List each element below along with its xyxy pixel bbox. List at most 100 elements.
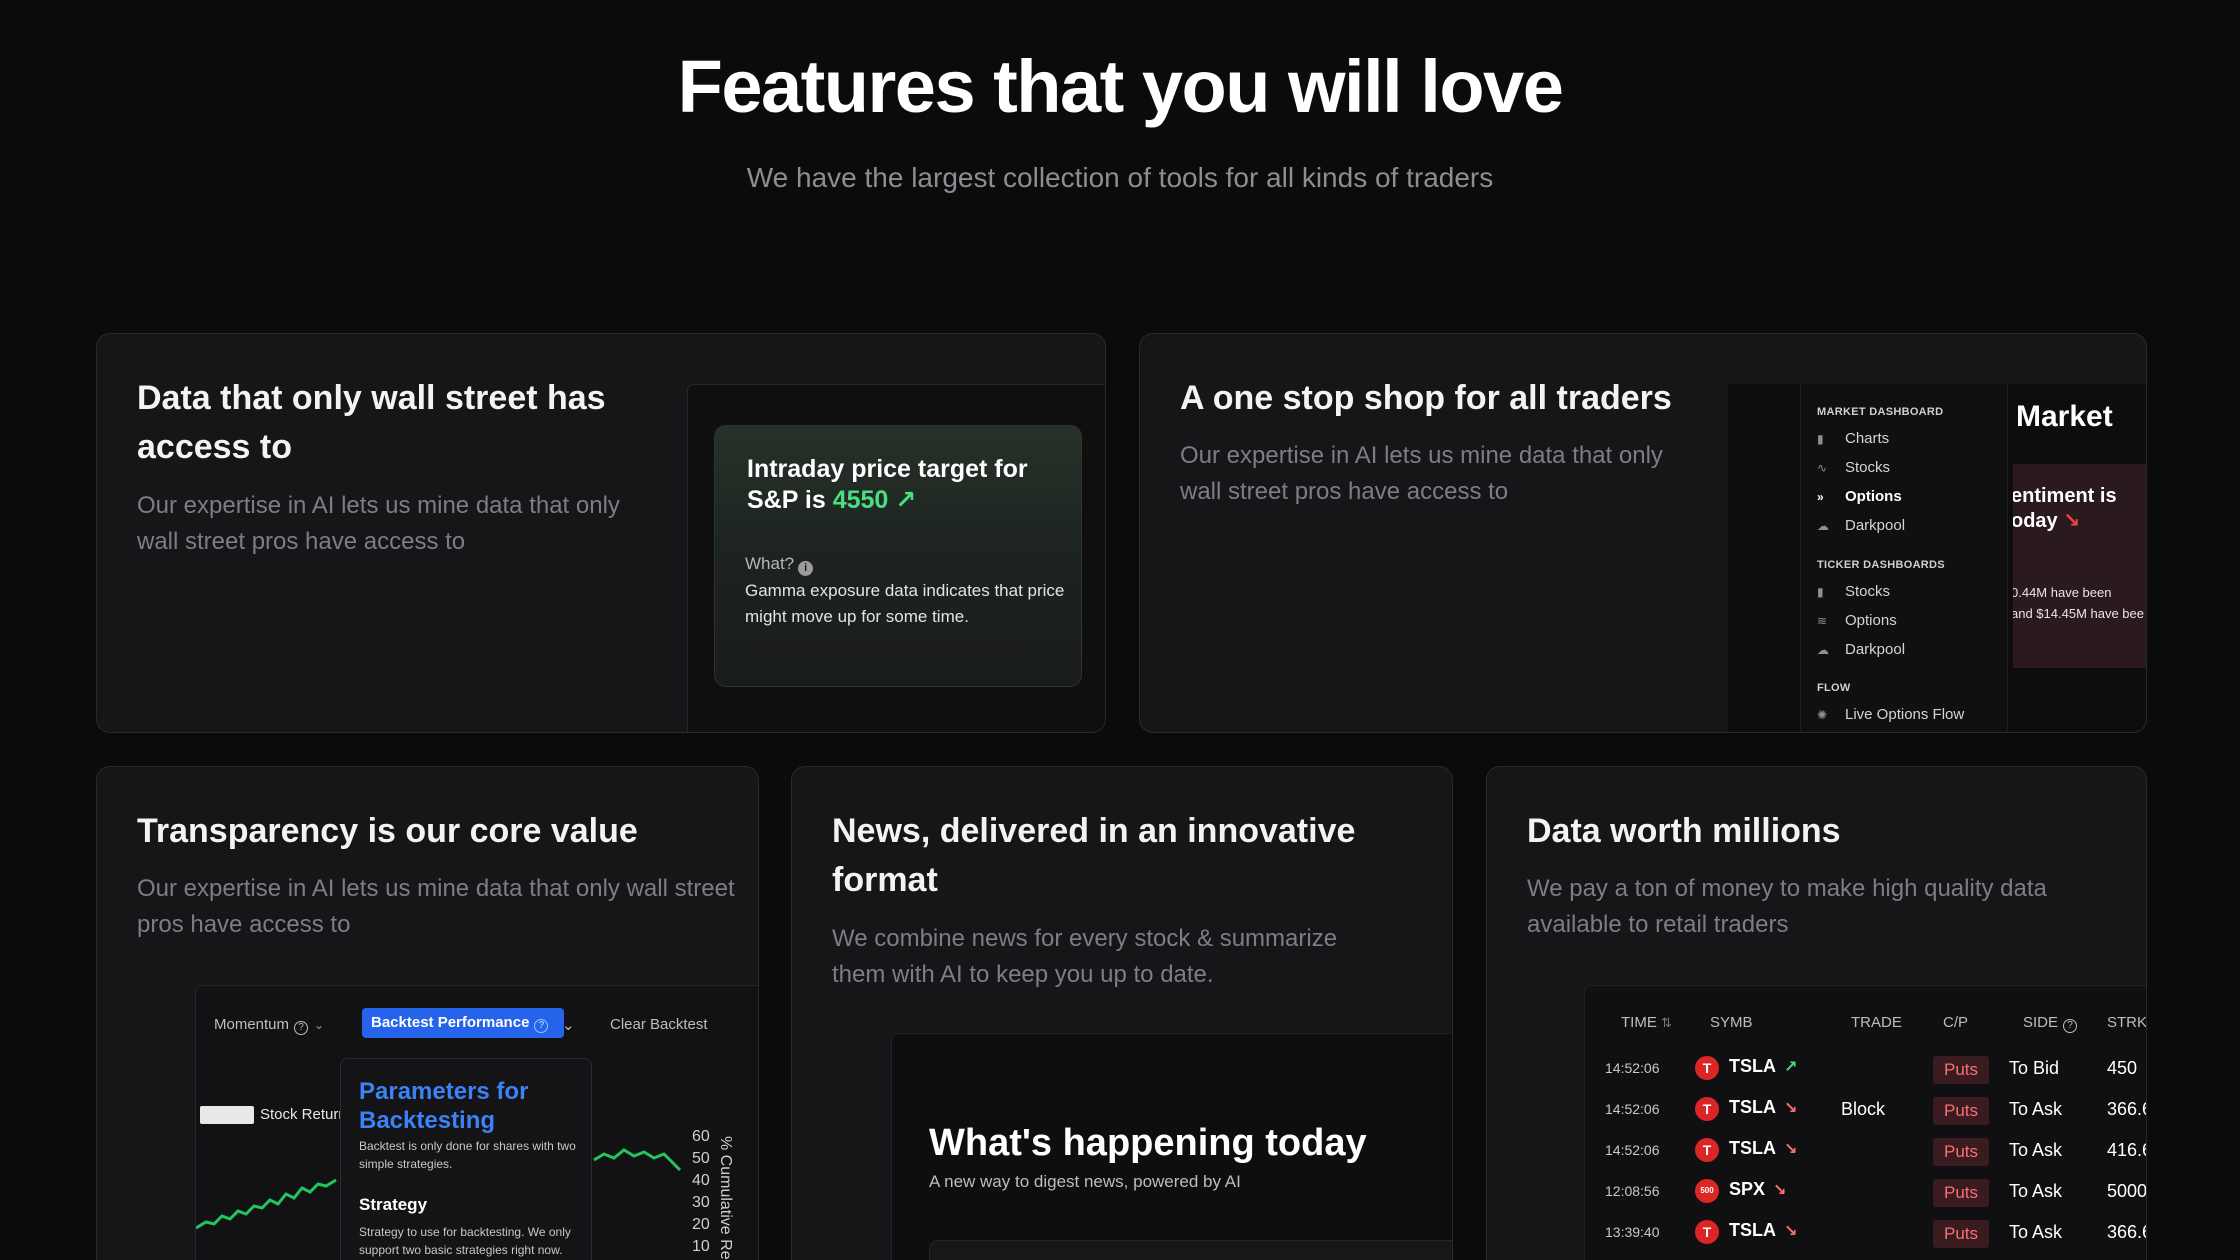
backtest-preview: Momentum? ⌄ Backtest Performance? ⌄ Clear…	[195, 985, 758, 1260]
legend-swatch	[200, 1106, 254, 1124]
y-tick: 20	[692, 1216, 710, 1233]
cell-symbol: SPX ↘	[1729, 1179, 1787, 1199]
column-header-symbol[interactable]: SYMB	[1710, 1014, 1753, 1031]
cell-symbol: TSLA ↘	[1729, 1097, 1798, 1117]
column-header-trade[interactable]: TRADE	[1851, 1014, 1902, 1031]
sidebar-item-options[interactable]: » Options	[1817, 488, 1902, 505]
momentum-tab[interactable]: Momentum? ⌄	[214, 1016, 324, 1035]
dashboard-preview: MARKET DASHBOARD ▮ Charts ∿ Stocks » Option…	[1728, 384, 2146, 732]
sparkle-icon: ✺	[1817, 708, 1828, 722]
cell-strike: 366.67	[2107, 1222, 2146, 1242]
cell-symbol: TSLA ↘	[1729, 1220, 1798, 1240]
cell-strike: 416.67	[2107, 1140, 2146, 1160]
price-target-value: 4550	[832, 486, 889, 514]
cloud-icon: ☁	[1817, 643, 1829, 657]
cloud-icon: ☁	[1817, 519, 1829, 533]
tesla-logo-icon: T	[1695, 1056, 1719, 1080]
column-header-time[interactable]: TIME ⇅	[1621, 1014, 1672, 1031]
help-icon: ?	[2063, 1019, 2078, 1033]
news-subheadline: A new way to digest news, powered by AI	[929, 1172, 1241, 1191]
strategy-label: Strategy	[359, 1195, 428, 1214]
popover-text: Backtest is only done for shares with tw…	[359, 1139, 576, 1171]
options-flow-table: TIME ⇅ SYMB TRADE C/P SIDE? STRK 14:52:0…	[1584, 985, 2147, 1260]
tesla-logo-icon: T	[1695, 1220, 1719, 1244]
bar-chart-icon: ▮	[1817, 432, 1824, 446]
card-title: Data worth millions	[1527, 812, 1841, 850]
sidebar-heading-flow: FLOW	[1817, 682, 1851, 694]
cell-cp-badge: Puts	[1933, 1138, 1989, 1166]
cell-side: To Ask	[2009, 1181, 2063, 1201]
sentiment-panel: entiment is oday ↘ 0.44M have been and $14…	[2013, 464, 2146, 668]
market-title: Market	[2016, 400, 2113, 433]
card-title: Data that only wall street has access to	[137, 379, 606, 466]
stock-return-line-left	[196, 1178, 337, 1230]
price-target-preview: Intraday price target for S&P is 4550 ↗ …	[687, 384, 1105, 732]
stock-return-line-right	[593, 1148, 682, 1172]
cell-strike: 5000	[2107, 1181, 2147, 1201]
sidebar-heading-market: MARKET DASHBOARD	[1817, 406, 1944, 418]
card-description: We combine news for every stock & summar…	[832, 925, 1338, 988]
price-target-explanation: Gamma exposure data indicates that price…	[745, 581, 1065, 626]
cell-cp-badge: Puts	[1933, 1179, 1989, 1207]
sidebar-item-ticker-options[interactable]: ≋ Options	[1817, 612, 1897, 629]
tesla-logo-icon: T	[1695, 1097, 1719, 1121]
y-axis-title: % Cumulative Re	[717, 1136, 734, 1260]
arrow-down-right-icon: ↘	[2063, 510, 2081, 532]
sidebar-item-ticker-stocks[interactable]: ▮ Stocks	[1817, 583, 1890, 600]
pulse-icon: ∿	[1817, 461, 1828, 475]
sentiment-text: 0.44M have been and $14.45M have bee	[2013, 585, 2144, 621]
cell-cp-badge: Puts	[1933, 1097, 1989, 1125]
arrow-down-right-icon: ↘	[1784, 1100, 1798, 1117]
sidebar-item-stocks[interactable]: ∿ Stocks	[1817, 459, 1890, 476]
cell-cp-badge: Puts	[1933, 1220, 1989, 1248]
y-tick: 30	[692, 1194, 710, 1211]
sidebar-item-live-options-flow[interactable]: ✺ Live Options Flow	[1817, 706, 1964, 723]
card-title: Transparency is our core value	[137, 812, 638, 850]
cell-trade: Block	[1841, 1099, 1886, 1119]
arrow-down-right-icon: ↘	[1784, 1141, 1798, 1158]
news-headline: What's happening today	[929, 1122, 1367, 1164]
sidebar-item-darkpool[interactable]: ☁ Darkpool	[1817, 517, 1905, 534]
cell-side: To Ask	[2009, 1099, 2063, 1119]
arrow-down-right-icon: ↘	[1773, 1182, 1787, 1199]
cell-time: 14:52:06	[1605, 1101, 1660, 1117]
info-icon[interactable]: i	[798, 561, 814, 576]
y-tick: 40	[692, 1172, 710, 1189]
sidebar-heading-ticker: TICKER DASHBOARDS	[1817, 559, 1945, 571]
layers-icon: ≋	[1817, 614, 1828, 628]
column-header-side[interactable]: SIDE?	[2023, 1014, 2078, 1033]
cell-time: 14:52:06	[1605, 1142, 1660, 1158]
sidebar-item-ticker-darkpool[interactable]: ☁ Darkpool	[1817, 641, 1905, 658]
feature-card-one-stop-shop: A one stop shop for all traders Our expe…	[1139, 333, 2147, 733]
feature-card-transparency: Transparency is our core value Our exper…	[96, 766, 759, 1260]
page-subtitle: We have the largest collection of tools …	[746, 162, 1494, 193]
what-label: What? i	[745, 554, 814, 576]
sort-icon[interactable]: ⇅	[1661, 1015, 1672, 1030]
backtest-parameters-popover: Parameters for Backtesting Backtest is o…	[340, 1058, 592, 1260]
bar-chart-icon: ▮	[1817, 585, 1824, 599]
news-input-box[interactable]	[929, 1240, 1452, 1260]
arrow-up-right-icon: ↗	[895, 486, 917, 514]
sentiment-heading: entiment is oday ↘	[2013, 485, 2117, 532]
card-title: A one stop shop for all traders	[1180, 379, 1672, 417]
column-header-strike[interactable]: STRK	[2107, 1014, 2146, 1031]
price-target-title: Intraday price target for S&P is 4550 ↗	[747, 455, 1028, 514]
card-description: Our expertise in AI lets us mine data th…	[137, 492, 620, 555]
sidebar-item-charts[interactable]: ▮ Charts	[1817, 430, 1889, 447]
dashboard-sidebar: MARKET DASHBOARD ▮ Charts ∿ Stocks » Option…	[1800, 384, 2008, 732]
arrow-up-right-icon: ↗	[1784, 1059, 1798, 1076]
card-description: Our expertise in AI lets us mine data th…	[137, 875, 735, 938]
feature-card-news: News, delivered in an innovative format …	[791, 766, 1453, 1260]
news-preview: What's happening today A new way to dige…	[891, 1033, 1452, 1260]
card-description: We pay a ton of money to make high quali…	[1527, 875, 2047, 938]
clear-backtest-button[interactable]: Clear Backtest	[610, 1016, 708, 1033]
cell-time: 13:39:40	[1605, 1224, 1660, 1240]
column-header-cp[interactable]: C/P	[1943, 1014, 1968, 1031]
chevron-down-icon[interactable]: ⌄	[562, 1016, 575, 1034]
card-description: Our expertise in AI lets us mine data th…	[1180, 442, 1663, 505]
backtest-performance-tab[interactable]: Backtest Performance?	[362, 1008, 564, 1038]
tesla-logo-icon: T	[1695, 1138, 1719, 1162]
cell-symbol: TSLA ↘	[1729, 1138, 1798, 1158]
feature-card-wallstreet-data: Data that only wall street has access to…	[96, 333, 1106, 733]
feature-card-data-worth-millions: Data worth millions We pay a ton of mone…	[1486, 766, 2147, 1260]
